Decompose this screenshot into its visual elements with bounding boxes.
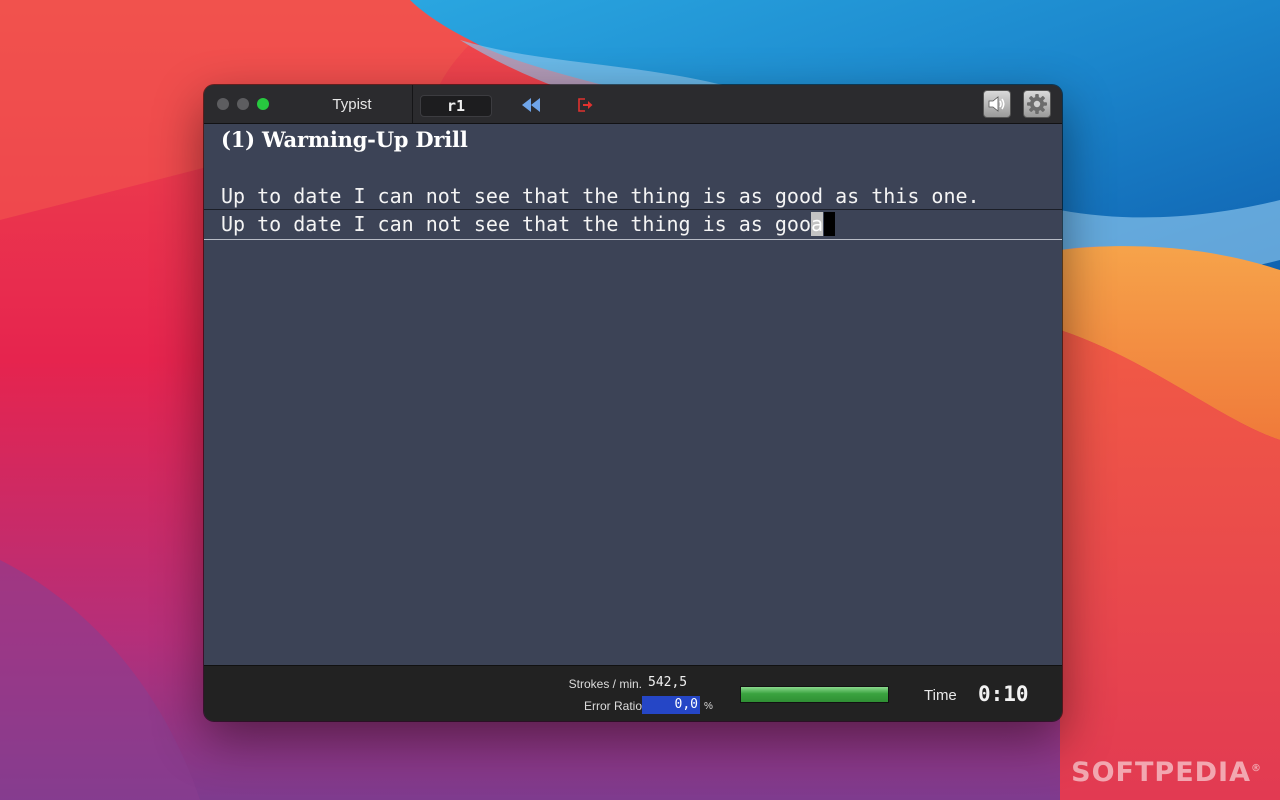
- strokes-label: Strokes / min.: [568, 677, 642, 691]
- error-ratio-value: 0,0: [642, 696, 700, 714]
- error-ratio-label: Error Ratio: [583, 699, 642, 713]
- sound-toggle-button[interactable]: [983, 90, 1011, 118]
- exit-lesson-button[interactable]: [576, 95, 596, 115]
- watermark-text: SOFTPEDIA: [1071, 757, 1251, 788]
- error-ratio-unit: %: [704, 701, 713, 712]
- zoom-window-button[interactable]: [257, 98, 269, 110]
- lesson-code-field[interactable]: r1: [420, 95, 492, 117]
- title-bar: Typist r1: [204, 85, 1062, 124]
- lesson-title: (1) Warming-Up Drill: [221, 127, 468, 152]
- gear-icon: [1027, 94, 1047, 114]
- lesson-progress-bar: [740, 686, 889, 703]
- lesson-progress-fill: [741, 687, 888, 702]
- time-label: Time: [924, 687, 957, 704]
- exit-icon: [578, 98, 593, 112]
- typed-error-char: a: [811, 212, 824, 236]
- strokes-value: 542,5: [648, 675, 688, 690]
- toolbar-divider: [412, 85, 413, 123]
- prompt-text: Up to date I can not see that the thing …: [221, 184, 980, 208]
- typing-input-line[interactable]: Up to date I can not see that the thing …: [221, 210, 836, 238]
- typist-window: Typist r1 (1) Warming-Up Drill Up to dat…: [204, 85, 1062, 721]
- time-value: 0:10: [978, 682, 1029, 706]
- status-bar: Strokes / min. 542,5 Error Ratio 0,0 % T…: [204, 665, 1062, 721]
- minimize-window-button[interactable]: [237, 98, 249, 110]
- close-window-button[interactable]: [217, 98, 229, 110]
- text-cursor: [824, 212, 836, 236]
- typed-text: Up to date I can not see that the thing …: [221, 212, 812, 236]
- speaker-icon: [988, 96, 1005, 112]
- rewind-icon: [522, 98, 540, 112]
- app-title: Typist: [332, 96, 372, 113]
- typing-divider: [204, 239, 1062, 240]
- rewind-button[interactable]: [520, 95, 544, 115]
- softpedia-watermark: SOFTPEDIA®: [1071, 757, 1262, 788]
- settings-button[interactable]: [1023, 90, 1051, 118]
- registered-mark: ®: [1251, 763, 1262, 774]
